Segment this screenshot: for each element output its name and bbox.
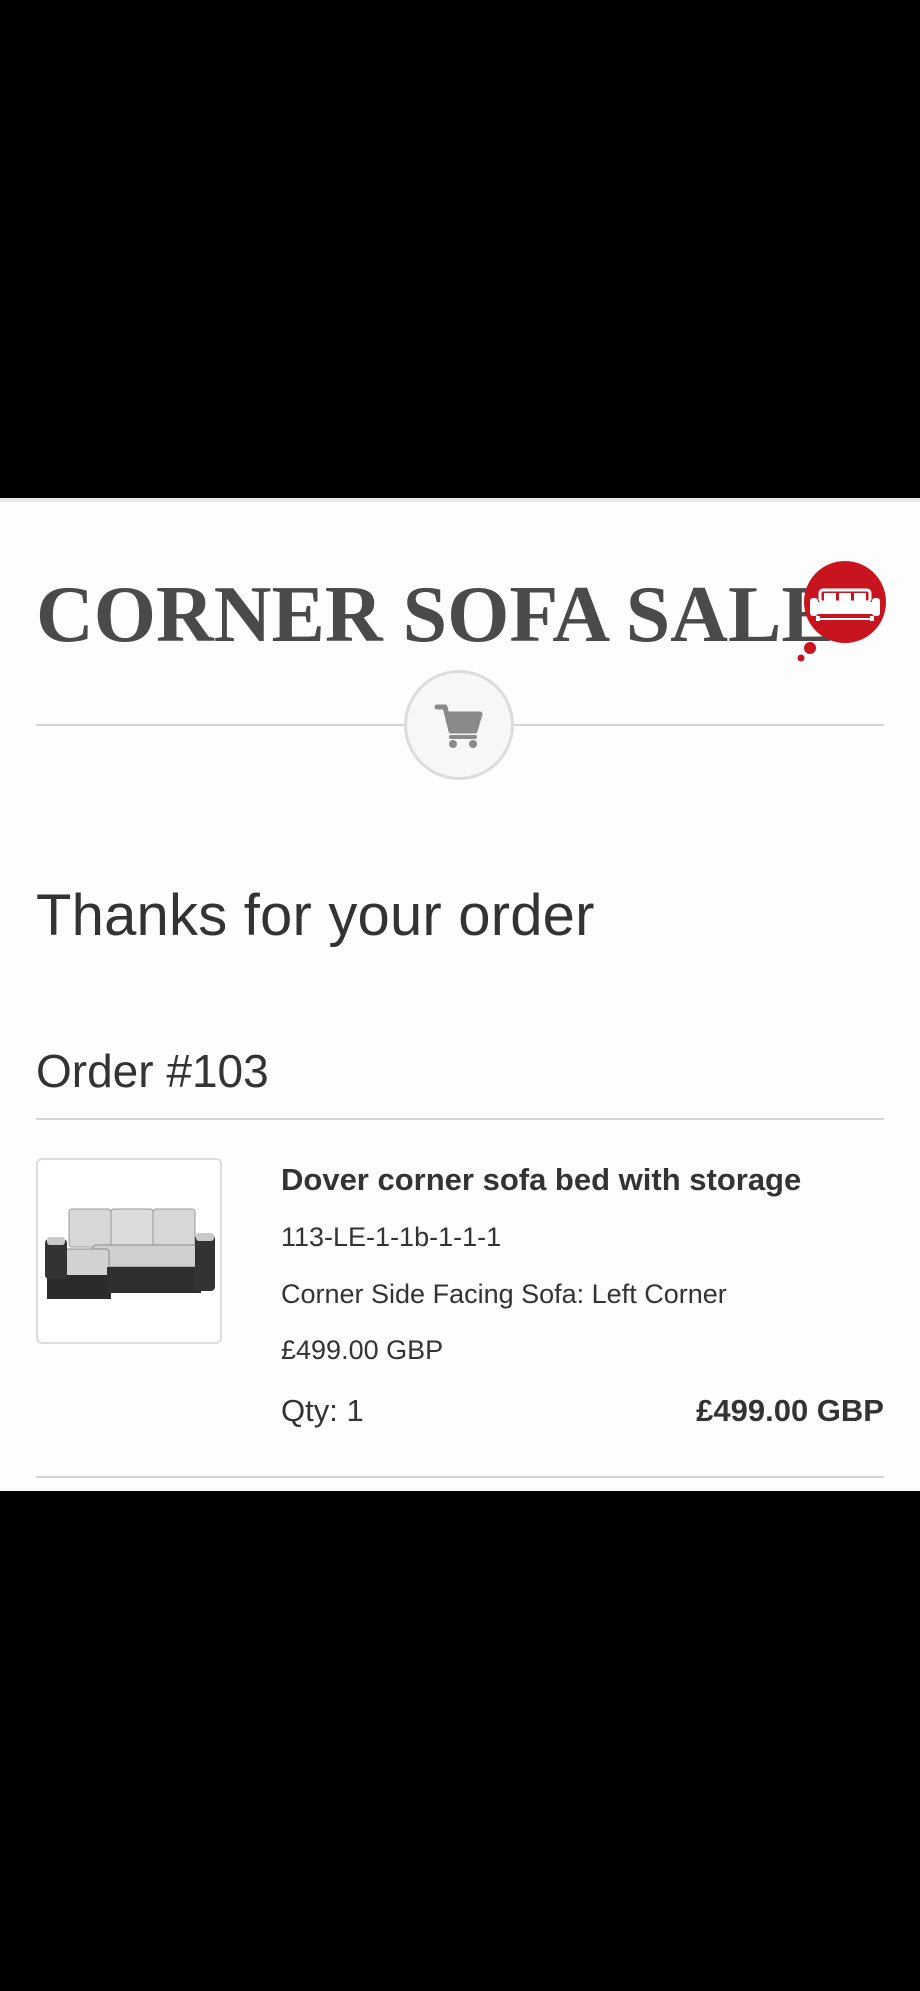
items-bottom-divider	[36, 1476, 884, 1478]
order-divider	[36, 1118, 884, 1120]
brand-name: CORNER SOFA SALE	[36, 571, 835, 659]
product-thumbnail[interactable]	[36, 1158, 222, 1344]
sofa-thought-bubble-icon	[797, 561, 886, 662]
page-title: Thanks for your order	[36, 883, 595, 948]
line-total: £499.00 GBP	[696, 1393, 884, 1428]
brand-logo[interactable]: CORNER SOFA SALE	[36, 561, 886, 672]
product-unit-price: £499.00 GBP	[281, 1335, 444, 1365]
cart-badge[interactable]	[404, 670, 514, 780]
order-number: Order #103	[36, 1045, 269, 1097]
sofa-image	[45, 1208, 215, 1299]
product-variant: Corner Side Facing Sofa: Left Corner	[281, 1279, 727, 1309]
product-title[interactable]: Dover corner sofa bed with storage	[281, 1162, 801, 1198]
product-sku: 113-LE-1-1b-1-1-1	[281, 1222, 502, 1252]
email-content: CORNER SOFA SALE Thanks for your order O…	[0, 498, 920, 1491]
product-quantity: Qty: 1	[281, 1393, 364, 1428]
shopping-cart-icon	[434, 704, 483, 748]
